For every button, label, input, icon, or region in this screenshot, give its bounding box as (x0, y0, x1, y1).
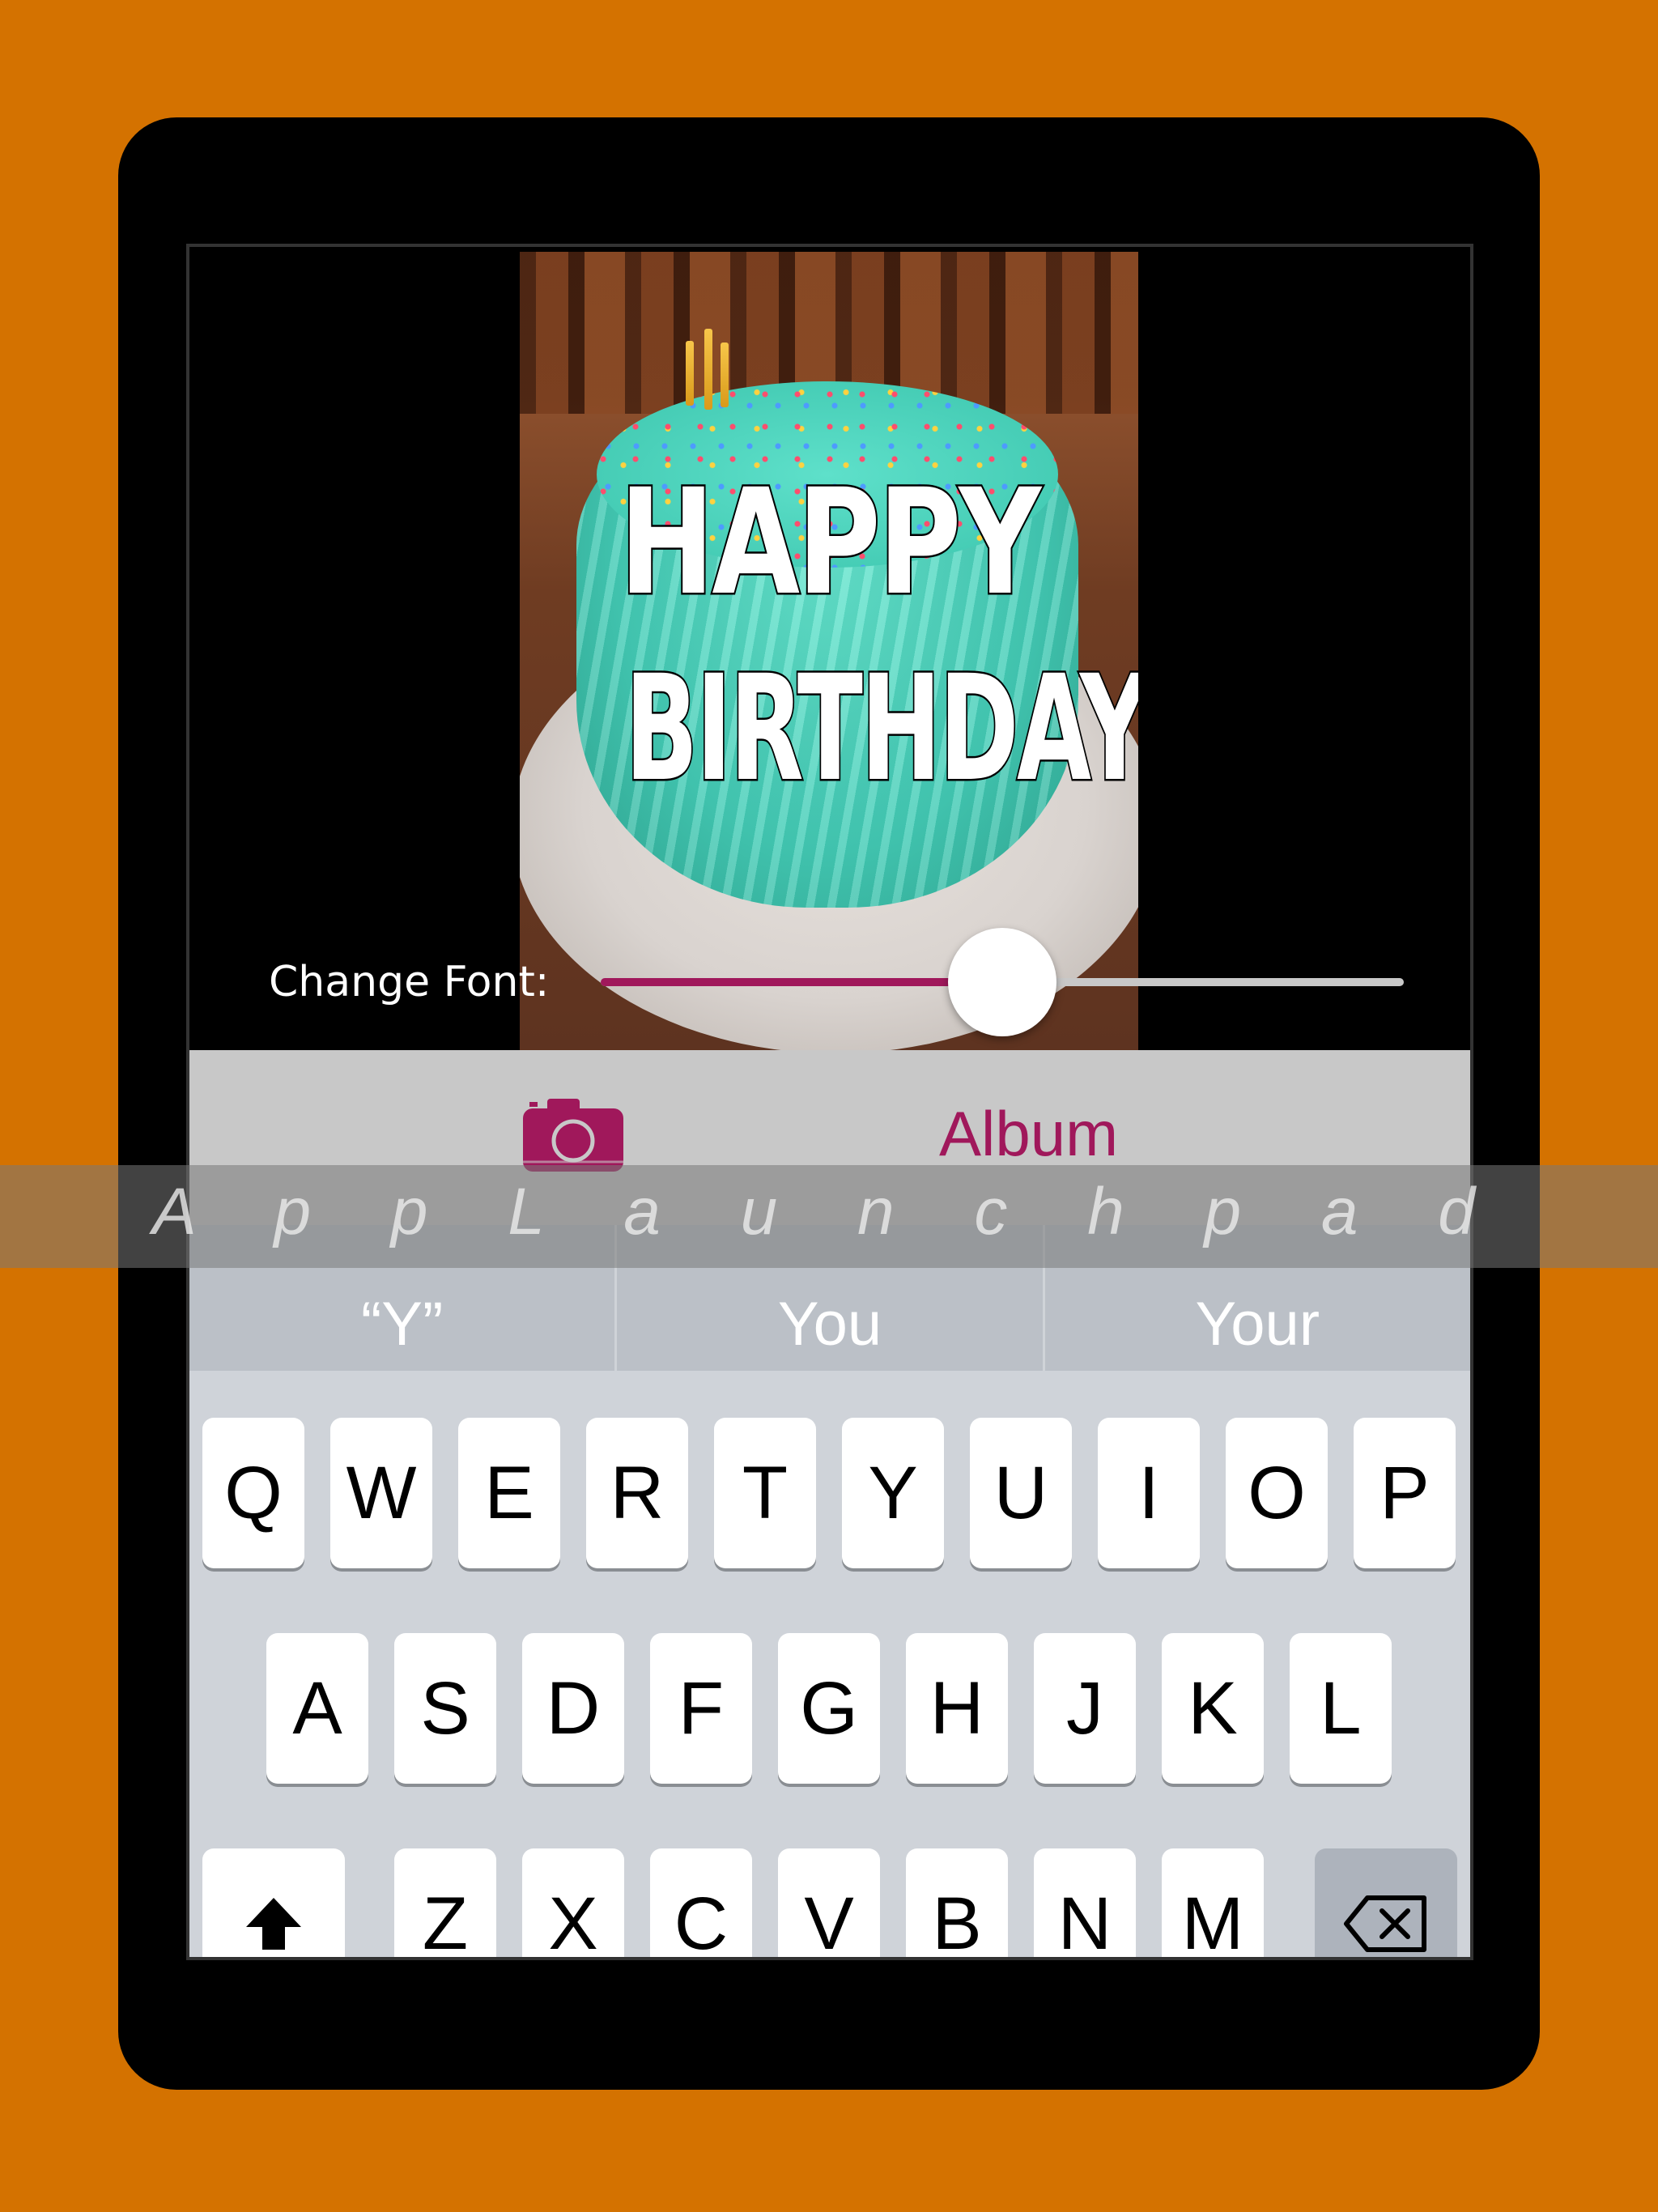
key-x[interactable]: X (522, 1848, 624, 1957)
keyboard: QWERTYUIOP ASDFGHJKL ZXCVBNM (189, 1371, 1470, 1957)
key-q[interactable]: Q (202, 1418, 304, 1568)
candle (686, 341, 694, 406)
watermark: A p p L a u n c h p a d (152, 1175, 1506, 1249)
key-a[interactable]: A (266, 1633, 368, 1784)
key-h[interactable]: H (906, 1633, 1008, 1784)
key-d[interactable]: D (522, 1633, 624, 1784)
key-l[interactable]: L (1290, 1633, 1392, 1784)
key-v[interactable]: V (778, 1848, 880, 1957)
key-o[interactable]: O (1226, 1418, 1328, 1568)
key-r[interactable]: R (586, 1418, 688, 1568)
key-p[interactable]: P (1354, 1418, 1456, 1568)
font-slider-thumb[interactable] (948, 928, 1056, 1036)
key-g[interactable]: G (778, 1633, 880, 1784)
key-f[interactable]: F (650, 1633, 752, 1784)
candle (704, 329, 712, 410)
caption-top[interactable]: HAPPY (588, 468, 1070, 618)
key-k[interactable]: K (1162, 1633, 1264, 1784)
key-b[interactable]: B (906, 1848, 1008, 1957)
key-e[interactable]: E (458, 1418, 560, 1568)
font-slider-fill (601, 978, 1002, 986)
caption-bottom[interactable]: BIRTHDAY (623, 654, 1138, 804)
key-z[interactable]: Z (394, 1848, 496, 1957)
meme-photo[interactable]: HAPPY BIRTHDAY (520, 252, 1138, 1050)
shift-arrow-icon[interactable] (202, 1848, 345, 1957)
key-m[interactable]: M (1162, 1848, 1264, 1957)
key-u[interactable]: U (970, 1418, 1072, 1568)
key-n[interactable]: N (1034, 1848, 1136, 1957)
font-slider[interactable] (601, 928, 1404, 1036)
change-font-label: Change Font: (269, 958, 550, 1006)
key-c[interactable]: C (650, 1848, 752, 1957)
key-t[interactable]: T (714, 1418, 816, 1568)
candle (721, 342, 729, 407)
album-button[interactable]: Album (939, 1097, 1118, 1171)
key-w[interactable]: W (330, 1418, 432, 1568)
key-y[interactable]: Y (842, 1418, 944, 1568)
app-screen: HAPPY BIRTHDAY Change Font: Album “Y” Yo… (189, 247, 1470, 1957)
key-s[interactable]: S (394, 1633, 496, 1784)
camera-icon[interactable] (523, 1097, 623, 1172)
key-j[interactable]: J (1034, 1633, 1136, 1784)
key-i[interactable]: I (1098, 1418, 1200, 1568)
backspace-icon[interactable] (1315, 1848, 1457, 1957)
